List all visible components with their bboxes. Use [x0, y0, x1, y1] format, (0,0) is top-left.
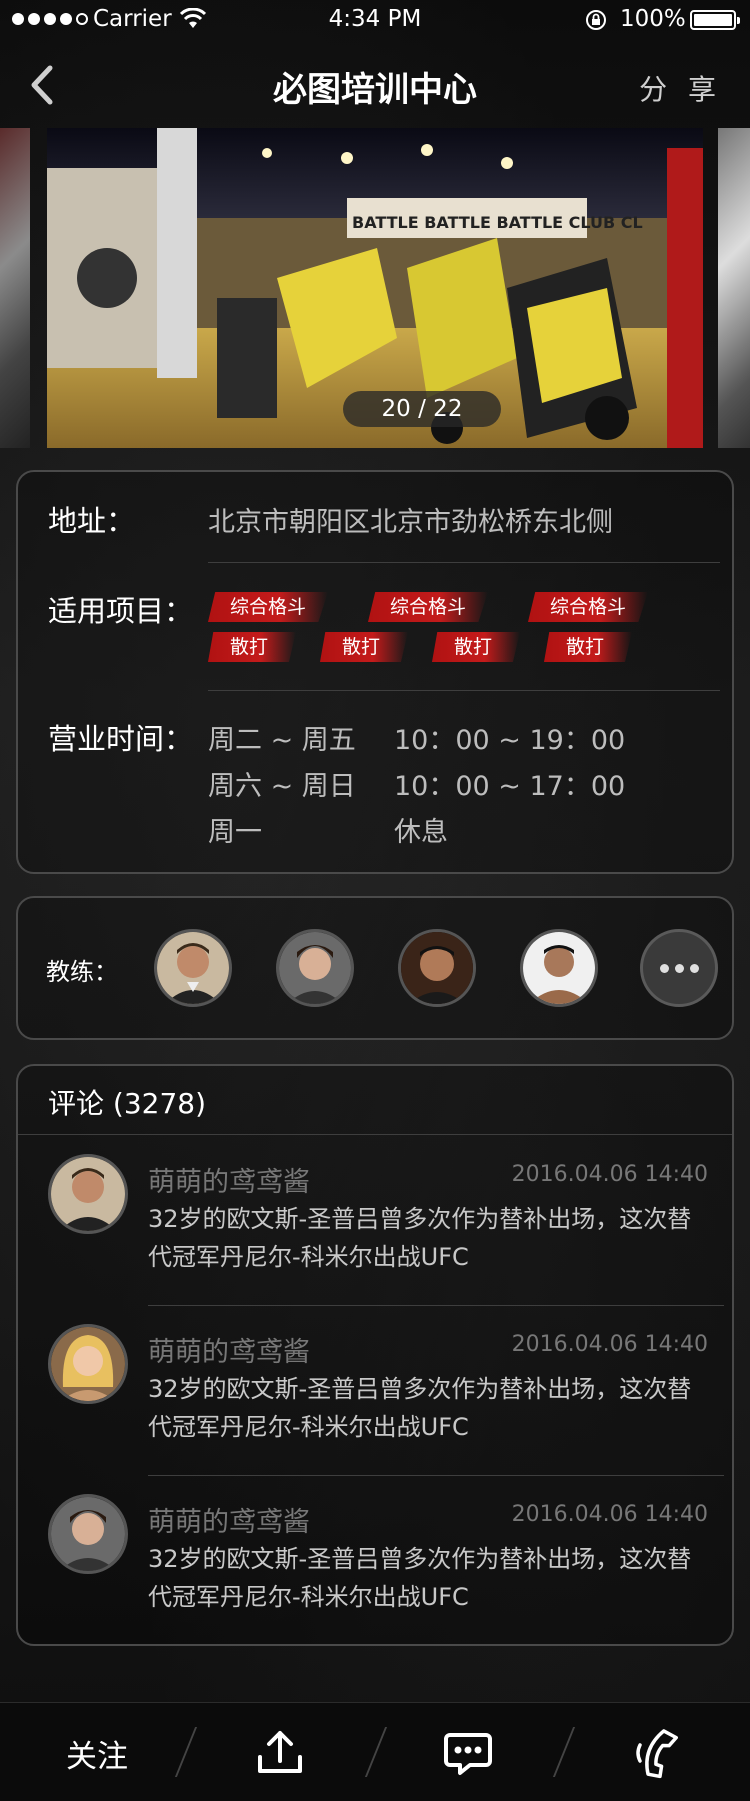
project-tag: 综合格斗 — [208, 592, 328, 622]
hours-days: 周二 ~ 周五 — [208, 725, 356, 756]
hours-label: 营业时间： — [48, 722, 194, 756]
comment-item[interactable]: 萌萌的鸢鸢酱 2016.04.06 14:40 32岁的欧文斯-圣普吕曾多次作为… — [18, 1306, 736, 1476]
comment-time: 2016.04.06 14:40 — [511, 1332, 708, 1357]
coaches-panel: 教练： — [16, 896, 734, 1040]
coach-avatar[interactable] — [276, 929, 354, 1007]
share-upload-icon[interactable] — [252, 1725, 308, 1781]
coach-avatar[interactable] — [520, 929, 598, 1007]
commenter-name: 萌萌的鸢鸢酱 — [148, 1507, 310, 1538]
person-portrait-icon — [279, 932, 351, 1004]
divider — [174, 1727, 198, 1777]
comments-header[interactable]: 评论 (3278) — [48, 1082, 206, 1122]
rotation-lock-icon — [586, 10, 606, 30]
status-bar: Carrier 4:34 PM 100% — [0, 0, 750, 40]
info-panel: 地址： 北京市朝阳区北京市劲松桥东北侧 适用项目： 综合格斗 综合格斗 综合格斗… — [16, 470, 734, 874]
follow-button[interactable]: 关注 — [66, 1731, 128, 1776]
commenter-name: 萌萌的鸢鸢酱 — [148, 1337, 310, 1368]
comment-text: 32岁的欧文斯-圣普吕曾多次作为替补出场，这次替代冠军丹尼尔-科米尔出战UFC — [148, 1375, 692, 1441]
comment-text: 32岁的欧文斯-圣普吕曾多次作为替补出场，这次替代冠军丹尼尔-科米尔出战UFC — [148, 1545, 692, 1611]
project-tag: 散打 — [208, 632, 296, 662]
page-title: 必图培训中心 — [273, 70, 477, 110]
carousel-next-photo[interactable] — [718, 128, 750, 448]
person-portrait-icon — [51, 1327, 125, 1401]
gym-sign-text: BATTLE BATTLE BATTLE CLUB CL — [352, 213, 643, 232]
carousel-prev-photo[interactable] — [0, 128, 30, 448]
address-label: 地址： — [48, 504, 136, 538]
photo-counter: 20 / 22 — [343, 391, 501, 427]
project-tag: 散打 — [432, 632, 520, 662]
dot-icon — [659, 963, 669, 973]
message-icon[interactable] — [440, 1725, 496, 1781]
commenter-avatar[interactable] — [48, 1154, 128, 1234]
project-tag: 散打 — [544, 632, 632, 662]
projects-label: 适用项目： — [48, 594, 194, 628]
bottom-action-bar: 关注 — [0, 1702, 750, 1801]
commenter-avatar[interactable] — [48, 1494, 128, 1574]
navigation-bar: 必图培训中心 分 享 — [0, 40, 750, 130]
coach-avatar[interactable] — [154, 929, 232, 1007]
project-tag: 综合格斗 — [528, 592, 648, 622]
share-button[interactable]: 分 享 — [639, 68, 722, 108]
address-value[interactable]: 北京市朝阳区北京市劲松桥东北侧 — [208, 500, 613, 539]
comment-time: 2016.04.06 14:40 — [511, 1502, 708, 1527]
phone-icon[interactable] — [632, 1725, 688, 1781]
coaches-label: 教练： — [46, 958, 118, 986]
divider — [552, 1727, 576, 1777]
hours-days: 周六 ~ 周日 — [208, 771, 356, 802]
commenter-name: 萌萌的鸢鸢酱 — [148, 1167, 310, 1198]
dot-icon — [674, 963, 684, 973]
hours-time: 10：00 ~ 19：00 — [394, 725, 626, 756]
battery-percentage: 100% — [620, 6, 686, 32]
comment-item[interactable]: 萌萌的鸢鸢酱 2016.04.06 14:40 32岁的欧文斯-圣普吕曾多次作为… — [18, 1476, 736, 1646]
divider — [208, 690, 720, 691]
comment-time: 2016.04.06 14:40 — [511, 1162, 708, 1187]
divider — [18, 1134, 732, 1135]
divider — [364, 1727, 388, 1777]
person-portrait-icon — [157, 932, 229, 1004]
project-tag: 散打 — [320, 632, 408, 662]
person-portrait-icon — [523, 932, 595, 1004]
more-coaches-button[interactable] — [640, 929, 718, 1007]
coach-avatar[interactable] — [398, 929, 476, 1007]
hours-time: 10：00 ~ 17：00 — [394, 771, 626, 802]
comment-item[interactable]: 萌萌的鸢鸢酱 2016.04.06 14:40 32岁的欧文斯-圣普吕曾多次作为… — [18, 1136, 736, 1306]
comment-text: 32岁的欧文斯-圣普吕曾多次作为替补出场，这次替代冠军丹尼尔-科米尔出战UFC — [148, 1205, 692, 1271]
divider — [208, 562, 720, 563]
photo-carousel[interactable]: BATTLE BATTLE BATTLE CLUB CL 20 / 22 — [0, 128, 750, 448]
person-portrait-icon — [51, 1157, 125, 1231]
dot-icon — [689, 963, 699, 973]
hours-time: 休息 — [394, 817, 448, 848]
person-portrait-icon — [51, 1497, 125, 1571]
project-tag: 综合格斗 — [368, 592, 488, 622]
hours-days: 周一 — [208, 817, 262, 848]
commenter-avatar[interactable] — [48, 1324, 128, 1404]
gym-photo[interactable]: BATTLE BATTLE BATTLE CLUB CL 20 / 22 — [47, 128, 703, 448]
person-portrait-icon — [401, 932, 473, 1004]
comments-panel: 评论 (3278) 萌萌的鸢鸢酱 2016.04.06 14:40 32岁的欧文… — [16, 1064, 734, 1646]
battery-icon — [690, 10, 740, 30]
